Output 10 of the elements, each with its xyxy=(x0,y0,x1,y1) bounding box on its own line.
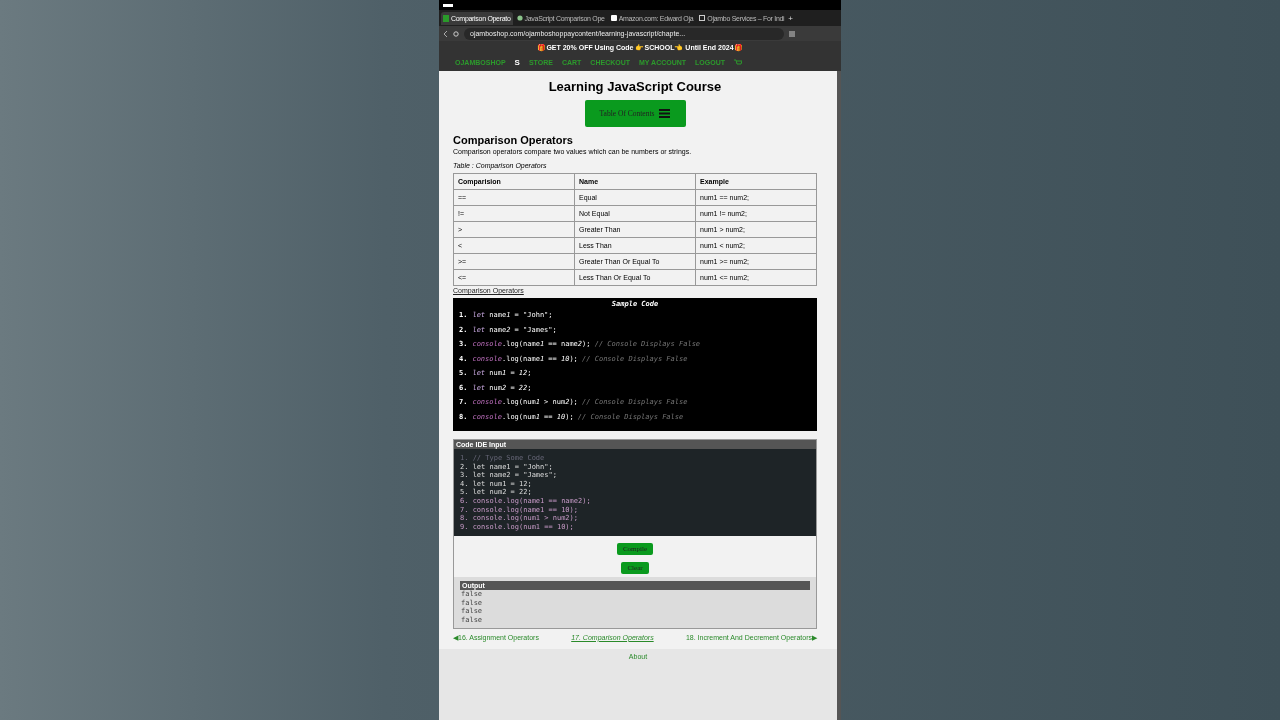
reload-icon[interactable] xyxy=(453,30,459,37)
new-tab-button[interactable]: + xyxy=(788,13,794,23)
cart-icon[interactable] xyxy=(734,59,743,66)
back-icon[interactable] xyxy=(443,30,448,37)
page-icon xyxy=(610,15,617,21)
globe-icon xyxy=(516,15,523,21)
page-title: Learning JavaScript Course xyxy=(547,79,723,94)
section-heading: Comparison Operators xyxy=(453,134,574,146)
status-indicator xyxy=(443,3,453,7)
brand-mark: S xyxy=(514,58,520,67)
